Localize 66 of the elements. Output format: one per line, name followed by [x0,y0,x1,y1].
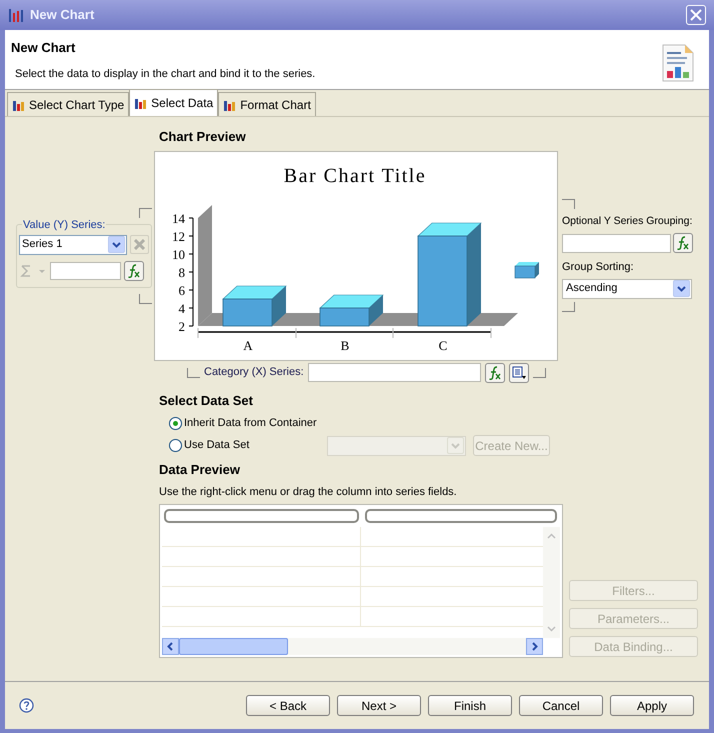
delete-button[interactable] [130,235,149,254]
column-header[interactable] [365,509,557,523]
x-tick-label: A [243,338,253,352]
y-tick-label: 6 [178,282,185,298]
list-icon [512,366,526,380]
help-icon [19,698,34,713]
function-icon [676,236,690,250]
close-button[interactable] [686,5,706,25]
bar [222,298,272,326]
grouping-field[interactable] [562,234,671,253]
chart-icon [8,7,24,23]
y-tick-label: 4 [178,300,185,316]
dropdown-button[interactable] [108,236,126,253]
section-heading: Chart Preview [159,128,247,146]
radio-option[interactable]: Inherit Data from Container [169,415,327,432]
caret-icon [451,442,460,448]
function-icon [488,366,502,380]
series-dropdown[interactable]: Series 1 [19,234,128,254]
tab[interactable]: Format Chart [218,92,316,116]
field-label: Optional Y Series Grouping: [562,214,694,230]
dropdown-button[interactable] [673,280,690,298]
caret-icon [112,242,122,248]
menu-button[interactable] [508,362,529,382]
bar [320,307,370,326]
radio-option[interactable]: Use Data Set [169,437,327,454]
y-tick-label: 12 [172,228,185,244]
function-icon [127,264,141,278]
scroll-thumb[interactable] [179,638,288,655]
field-label: Category (X) Series: [204,365,304,380]
vertical-scrollbar[interactable] [543,527,560,638]
dialog-button[interactable]: Next > [337,695,421,716]
window-title: New Chart [30,6,94,24]
sorting-dropdown[interactable]: Ascending [562,278,692,299]
hint-text: Use the right-click menu or drag the column into series fields. [159,484,458,500]
y-tick-label: 14 [172,210,185,226]
function-button[interactable] [484,362,505,382]
chart-icon [134,96,148,110]
tab[interactable]: Select Data [129,89,218,116]
function-button[interactable] [124,260,144,280]
sum-icon [19,264,47,278]
chart-title: Bar Chart Title [284,164,426,186]
caret-icon [677,286,686,292]
report-icon [661,43,695,83]
dialog-button[interactable]: Apply [610,695,694,716]
close-icon [690,9,702,21]
horizontal-scrollbar[interactable] [162,638,543,655]
dialog-button[interactable]: < Back [246,695,330,716]
x-tick-label: B [340,338,350,352]
y-tick-label: 8 [178,264,185,280]
dialog-button[interactable]: Cancel [519,695,603,716]
legend-marker [514,265,536,278]
expression-field[interactable] [50,262,121,280]
column-header[interactable] [164,509,359,523]
field-label: Group Sorting: [562,260,635,276]
header-description: Select the data to display in the chart and bind it to the series. [15,66,316,82]
x-tick-label: C [438,338,448,352]
function-button[interactable] [673,233,693,254]
y-tick-label: 10 [172,246,185,262]
section-heading: Data Preview [159,461,241,479]
close-icon [134,239,146,250]
y-tick-label: 2 [178,318,185,334]
header-title: New Chart [11,39,76,57]
tab[interactable]: Select Chart Type [7,92,130,116]
category-field[interactable] [308,363,481,382]
section-heading: Select Data Set [159,392,254,410]
dialog-button[interactable]: Finish [428,695,512,716]
